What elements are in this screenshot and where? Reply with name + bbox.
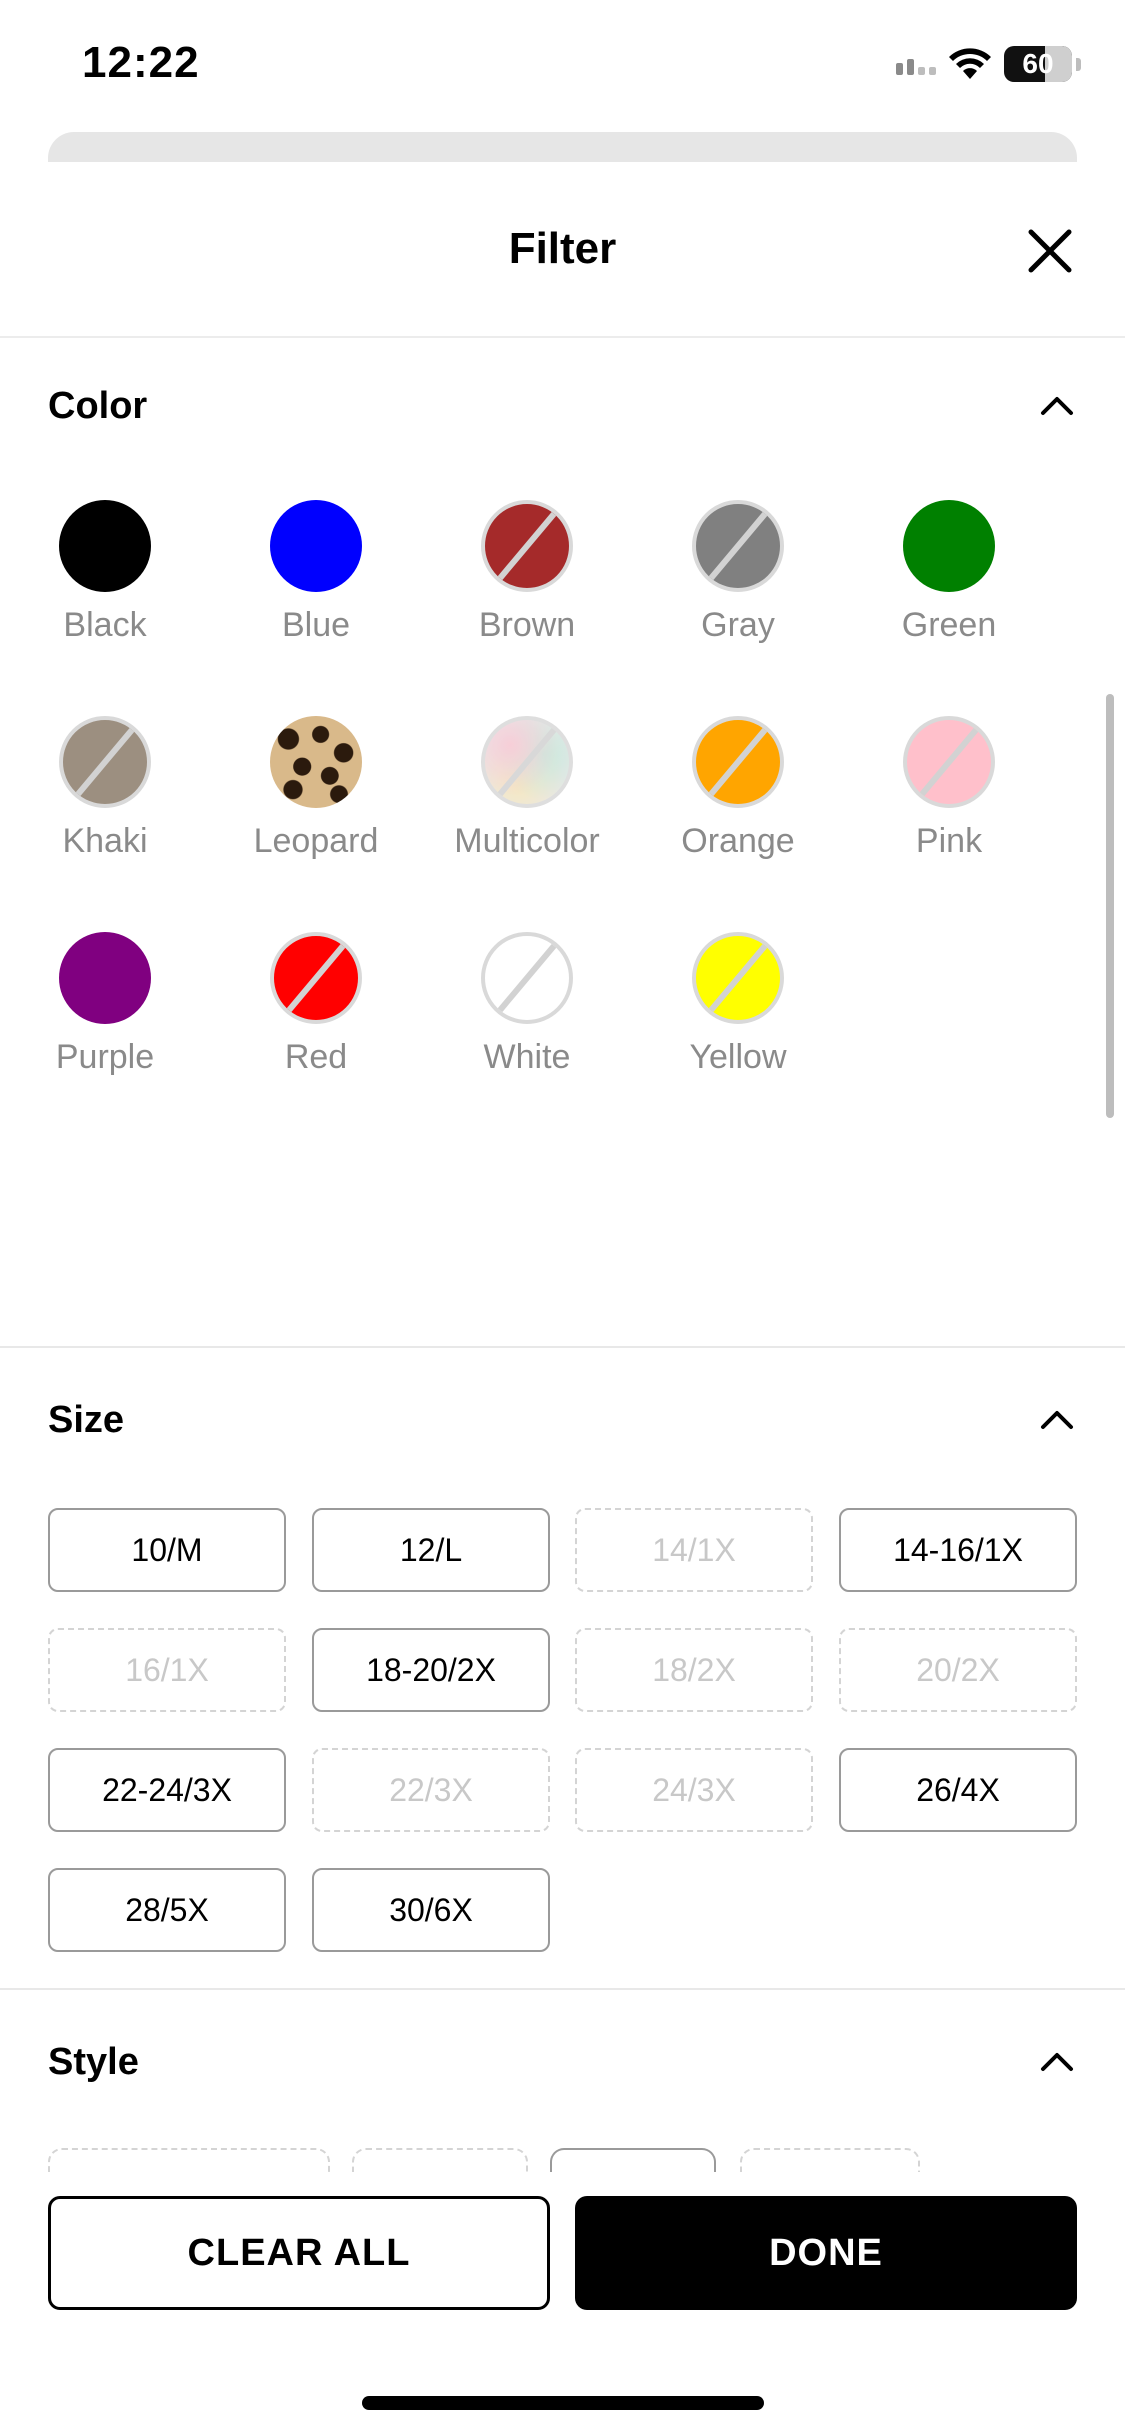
color-option-brown[interactable]: Brown [422,500,632,645]
color-option-black[interactable]: Black [0,500,210,645]
size-option-30-6x[interactable]: 30/6X [312,1868,550,1952]
cellular-signal-icon [896,53,936,75]
sheet-backdrop-edge [48,132,1077,162]
color-swatch [270,932,362,1024]
filter-header: Filter [0,162,1125,338]
size-section-title: Size [48,1398,125,1441]
color-label: Purple [55,1038,155,1076]
battery-icon: 60 [1004,46,1072,82]
color-option-gray[interactable]: Gray [633,500,843,645]
color-option-purple[interactable]: Purple [0,932,210,1077]
color-option-yellow[interactable]: Yellow [633,932,843,1077]
color-label: Pink [915,822,983,860]
style-section-header[interactable]: Style [48,2032,1077,2092]
color-swatch [59,932,151,1024]
color-label: Brown [478,606,576,644]
color-swatch [59,500,151,592]
unavailable-slash-icon [917,724,981,800]
clear-all-button[interactable]: CLEAR ALL [48,2196,550,2310]
color-swatch [481,716,573,808]
size-option-14-1x[interactable]: 14/1X [575,1508,813,1592]
status-icons: 60 [896,46,1081,82]
size-option-22-3x[interactable]: 22/3X [312,1748,550,1832]
size-option-10-m[interactable]: 10/M [48,1508,286,1592]
unavailable-slash-icon [495,508,559,584]
color-option-blue[interactable]: Blue [211,500,421,645]
color-swatch [481,932,573,1024]
status-bar: 12:22 60 [0,0,1125,134]
color-swatch [270,500,362,592]
color-label: Blue [281,606,351,644]
color-label: Multicolor [454,822,600,860]
color-option-leopard[interactable]: Leopard [211,716,421,861]
unavailable-slash-icon [706,724,770,800]
color-swatch [692,932,784,1024]
status-time: 12:22 [82,38,200,87]
unavailable-slash-icon [284,940,348,1016]
size-option-26-4x[interactable]: 26/4X [839,1748,1077,1832]
page-title: Filter [508,224,617,273]
battery-tip [1076,57,1081,71]
home-indicator[interactable] [362,2396,764,2410]
color-label: Gray [701,606,775,644]
close-icon[interactable] [1023,224,1077,278]
color-label: Red [284,1038,348,1076]
scrollbar[interactable] [1106,694,1114,1118]
color-option-khaki[interactable]: Khaki [0,716,210,861]
color-swatch [692,716,784,808]
color-label: Orange [681,822,795,860]
color-option-red[interactable]: Red [211,932,421,1077]
chevron-up-icon[interactable] [1037,2042,1077,2082]
color-swatch [903,716,995,808]
size-option-22-24-3x[interactable]: 22-24/3X [48,1748,286,1832]
color-swatch [481,500,573,592]
size-option-20-2x[interactable]: 20/2X [839,1628,1077,1712]
color-option-multicolor[interactable]: Multicolor [422,716,632,861]
color-label: White [483,1038,571,1076]
size-option-12-l[interactable]: 12/L [312,1508,550,1592]
size-option-28-5x[interactable]: 28/5X [48,1868,286,1952]
color-option-pink[interactable]: Pink [844,716,1054,861]
style-section-title: Style [48,2040,139,2083]
divider [0,1346,1125,1348]
color-label: Yellow [689,1038,787,1076]
unavailable-slash-icon [706,940,770,1016]
done-button[interactable]: DONE [575,2196,1077,2310]
unavailable-slash-icon [73,724,137,800]
color-swatch [692,500,784,592]
battery-percentage: 60 [1022,48,1054,79]
size-option-18-2x[interactable]: 18/2X [575,1628,813,1712]
color-section-title: Color [48,384,148,427]
color-label: Green [901,606,997,644]
divider [0,1988,1125,1990]
size-option-14-16-1x[interactable]: 14-16/1X [839,1508,1077,1592]
unavailable-slash-icon [495,940,559,1016]
chevron-up-icon[interactable] [1037,386,1077,426]
size-option-16-1x[interactable]: 16/1X [48,1628,286,1712]
color-swatch [903,500,995,592]
size-section-header[interactable]: Size [48,1390,1077,1450]
color-swatch [59,716,151,808]
color-option-white[interactable]: White [422,932,632,1077]
wifi-icon [949,48,991,79]
unavailable-slash-icon [706,508,770,584]
unavailable-slash-icon [495,724,559,800]
chevron-up-icon[interactable] [1037,1400,1077,1440]
color-option-green[interactable]: Green [844,500,1054,645]
color-swatch [270,716,362,808]
color-label: Black [63,606,147,644]
color-section-header[interactable]: Color [48,376,1077,436]
color-label: Leopard [253,822,379,860]
color-option-orange[interactable]: Orange [633,716,843,861]
color-label: Khaki [62,822,148,860]
size-option-18-20-2x[interactable]: 18-20/2X [312,1628,550,1712]
size-option-24-3x[interactable]: 24/3X [575,1748,813,1832]
